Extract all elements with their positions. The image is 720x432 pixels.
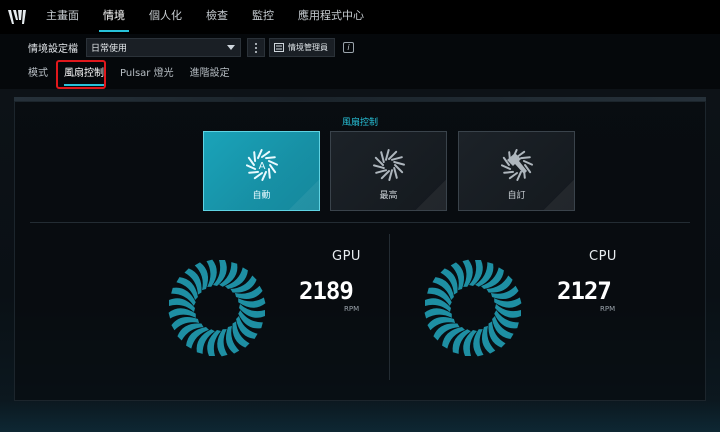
mode-auto-card[interactable]: A 自動 <box>203 131 320 211</box>
gpu-label: GPU <box>332 249 361 264</box>
kebab-dot-icon <box>255 42 257 45</box>
mode-auto-label: 自動 <box>252 191 271 201</box>
sub-tabs: 模式 風扇控制 Pulsar 燈光 進階設定 <box>0 61 720 89</box>
mode-custom-label: 自訂 <box>507 191 526 201</box>
fan-blade <box>393 164 403 174</box>
fan-blade <box>247 170 259 174</box>
fan-blade <box>392 161 405 166</box>
cpu-fan-icon <box>424 259 522 357</box>
kebab-dot-icon <box>255 50 257 53</box>
fan-blade <box>372 164 385 169</box>
fan-blade <box>502 156 510 166</box>
fan-blade <box>374 156 384 166</box>
bottom-glow <box>0 400 720 432</box>
cpu-label: CPU <box>589 249 617 264</box>
cpu-speed-value: 2127 <box>557 277 612 305</box>
nav-home[interactable]: 主畫面 <box>34 0 91 34</box>
fan-auto-icon: A <box>245 149 278 181</box>
fan-blade <box>519 156 531 160</box>
scenario-manager-button[interactable]: 情境管理員 <box>269 38 335 57</box>
tab-fan-control[interactable]: 風扇控制 <box>56 61 112 89</box>
nav-personalize[interactable]: 個人化 <box>137 0 194 34</box>
profile-label: 情境設定檔 <box>28 44 78 55</box>
more-options-button[interactable] <box>247 38 265 57</box>
scenario-manager-label: 情境管理員 <box>288 43 328 52</box>
fan-control-title: 風扇控制 <box>341 118 378 128</box>
top-navigation: 主畫面 情境 個人化 檢查 監控 應用程式中心 <box>0 0 720 34</box>
fan-blade <box>387 150 397 160</box>
fan-blade <box>392 167 398 179</box>
fan-blade <box>374 169 387 174</box>
list-manager-icon <box>274 43 284 52</box>
card-gloss <box>524 180 574 210</box>
fan-blade <box>252 151 256 162</box>
caret-down-icon <box>227 45 235 50</box>
fan-blade <box>390 156 403 161</box>
nav-monitor[interactable]: 監控 <box>240 0 286 34</box>
fan-blade <box>260 150 270 158</box>
vertical-divider <box>389 234 390 380</box>
tab-pulsar-lighting[interactable]: Pulsar 燈光 <box>112 61 182 89</box>
gpu-fan-icon <box>168 259 266 357</box>
nav-scenario[interactable]: 情境 <box>91 0 137 34</box>
gpu-speed-unit: RPM <box>344 305 360 313</box>
profile-selected-value: 日常使用 <box>91 44 128 54</box>
fan-blade <box>247 156 255 166</box>
card-gloss <box>269 180 319 210</box>
fan-blade <box>379 151 385 163</box>
horizontal-divider <box>30 222 690 223</box>
kebab-dot-icon <box>255 46 257 49</box>
fan-blade <box>387 169 393 181</box>
svg-text:A: A <box>258 161 265 172</box>
fan-blade <box>508 172 518 180</box>
fan-blade <box>384 149 390 161</box>
fan-max-icon <box>372 149 405 181</box>
profile-row: 情境設定檔 日常使用 情境管理員 i <box>0 34 720 61</box>
fan-blade <box>268 164 276 174</box>
tab-advanced-settings[interactable]: 進階設定 <box>182 61 238 89</box>
fan-blade <box>267 168 271 179</box>
fan-blade <box>502 170 514 174</box>
profile-select[interactable]: 日常使用 <box>86 38 241 57</box>
fan-custom-icon <box>500 149 533 181</box>
card-gloss <box>396 180 446 210</box>
cpu-speed-unit: RPM <box>600 305 616 313</box>
nav-app-center[interactable]: 應用程式中心 <box>286 0 376 34</box>
gpu-speed-value: 2189 <box>299 277 354 305</box>
fan-blade <box>253 172 263 180</box>
mode-max-card[interactable]: 最高 <box>330 131 447 211</box>
tab-mode[interactable]: 模式 <box>20 61 56 89</box>
fan-blade <box>380 170 390 180</box>
mode-max-label: 最高 <box>379 191 398 201</box>
predator-logo-icon[interactable] <box>0 0 34 34</box>
nav-check[interactable]: 檢查 <box>194 0 240 34</box>
mode-custom-card[interactable]: 自訂 <box>458 131 575 211</box>
fan-blade <box>264 156 276 160</box>
info-icon[interactable]: i <box>343 42 354 53</box>
